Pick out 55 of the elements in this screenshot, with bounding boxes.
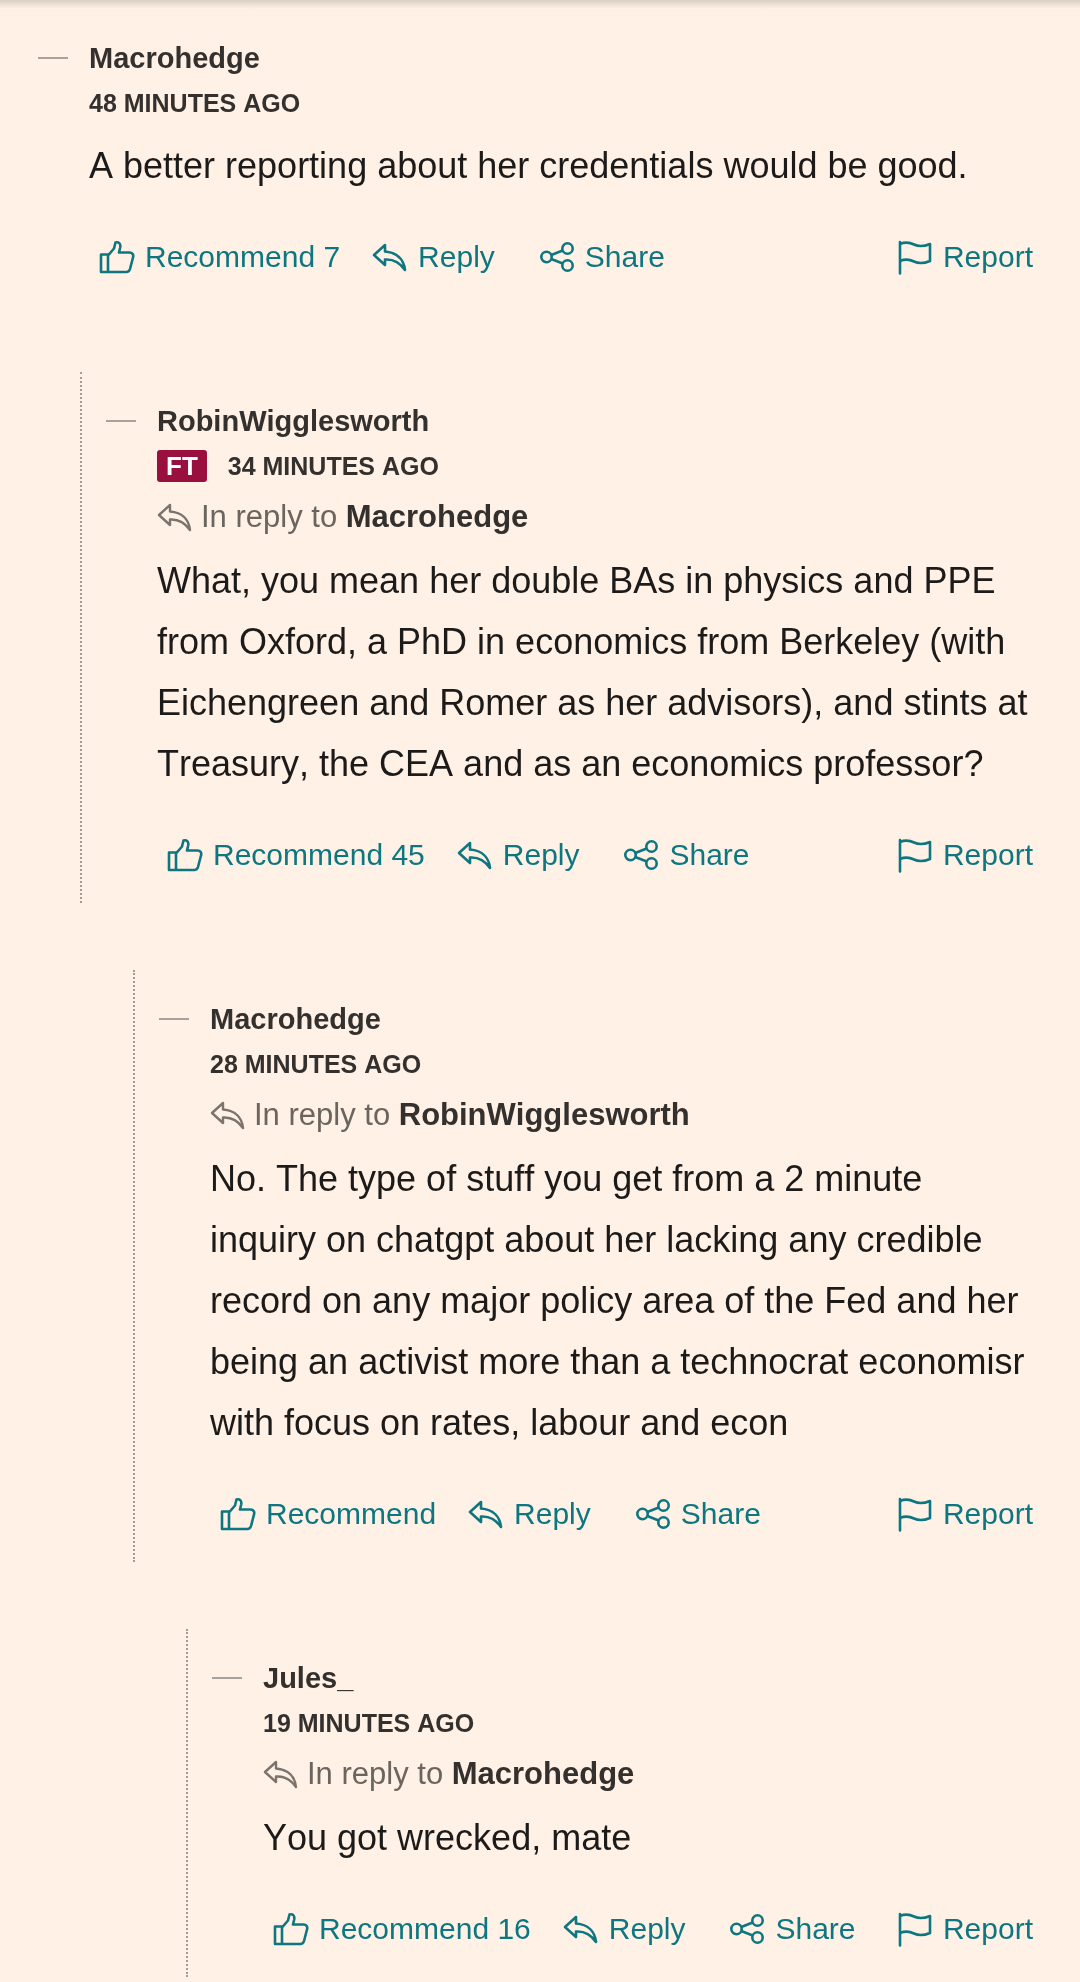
username: RobinWigglesworth: [157, 404, 430, 439]
share-icon: [634, 1499, 671, 1529]
reply-arrow-icon: [210, 1100, 246, 1130]
comment-text: No. The type of stuff you get from a 2 minute inquiry on chatgpt about her lacking any credible record on any major policy area of the Fed and her being an activist more than a technocrat economisr with focus on rates, labour and econ: [210, 1157, 1026, 1445]
minus-icon[interactable]: [106, 420, 136, 422]
in-reply-to-text: In reply to Macrohedge: [307, 1755, 635, 1793]
reply-arrow-icon: [263, 1759, 299, 1789]
recommend-button[interactable]: Recommend 7: [93, 232, 347, 282]
report-button[interactable]: Report: [890, 1904, 1039, 1954]
share-button[interactable]: Share: [723, 1904, 862, 1954]
reply-arrow-icon: [562, 1914, 599, 1944]
username: Macrohedge: [210, 1002, 381, 1037]
minus-icon[interactable]: [159, 1018, 189, 1020]
in-reply-to-text: In reply to RobinWigglesworth: [254, 1096, 690, 1134]
reply-arrow-icon: [157, 502, 193, 532]
comment-text: A better reporting about her credentials would be good.: [89, 144, 969, 188]
report-button[interactable]: Report: [890, 232, 1039, 282]
thumbs-up-icon: [220, 1497, 256, 1531]
report-button[interactable]: Report: [890, 1489, 1039, 1539]
timestamp: 34 MINUTES AGO: [227, 451, 439, 482]
reply-arrow-icon: [456, 840, 493, 870]
reply-button[interactable]: Reply: [450, 830, 586, 880]
share-button[interactable]: Share: [532, 232, 671, 282]
share-icon: [538, 242, 575, 272]
minus-icon[interactable]: [38, 57, 68, 59]
share-button[interactable]: Share: [628, 1489, 767, 1539]
author-badge: FT: [157, 450, 207, 482]
thumbs-up-icon: [273, 1912, 309, 1946]
share-icon: [729, 1914, 766, 1944]
timestamp: 48 MINUTES AGO: [89, 88, 301, 119]
flag-icon: [896, 837, 933, 873]
reply-button[interactable]: Reply: [366, 232, 501, 282]
reply-arrow-icon: [372, 242, 409, 272]
recommend-button[interactable]: Recommend: [214, 1489, 443, 1539]
timestamp: 19 MINUTES AGO: [263, 1708, 475, 1739]
share-icon: [623, 840, 660, 870]
thumbs-up-icon: [99, 240, 135, 274]
timestamp: 28 MINUTES AGO: [210, 1049, 422, 1080]
reply-button[interactable]: Reply: [556, 1904, 692, 1954]
comment-text: What, you mean her double BAs in physics and PPE from Oxford, a PhD in economics from Berkeley (with Eichengreen and Romer as her advisors), and stints at Treasury, the CEA and as an economics professor?: [157, 559, 1029, 786]
minus-icon[interactable]: [212, 1677, 242, 1679]
flag-icon: [896, 1496, 933, 1532]
flag-icon: [896, 1911, 933, 1947]
share-button[interactable]: Share: [617, 830, 756, 880]
thumbs-up-icon: [167, 838, 203, 872]
reply-arrow-icon: [468, 1499, 505, 1529]
username: Jules_: [263, 1661, 354, 1696]
reply-button[interactable]: Reply: [462, 1489, 597, 1539]
recommend-button[interactable]: Recommend 45: [161, 830, 431, 880]
flag-icon: [896, 239, 933, 275]
recommend-button[interactable]: Recommend 16: [267, 1904, 537, 1954]
in-reply-to-text: In reply to Macrohedge: [201, 498, 529, 536]
username: Macrohedge: [89, 41, 260, 76]
comment-text: You got wrecked, mate: [263, 1816, 633, 1860]
report-button[interactable]: Report: [890, 830, 1039, 880]
